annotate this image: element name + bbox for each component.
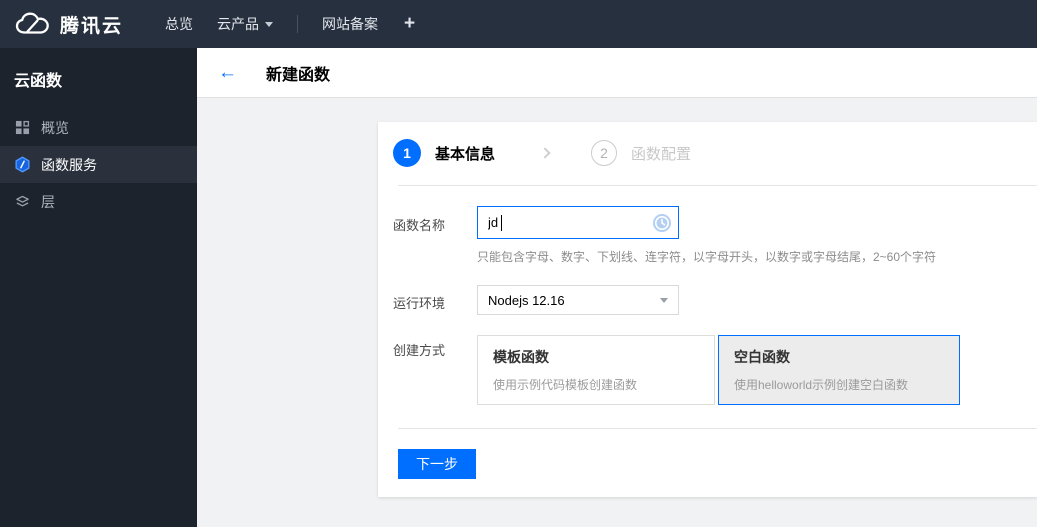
runtime-selected-value: Nodejs 12.16 <box>488 292 565 308</box>
select-caret-icon <box>660 297 668 303</box>
topnav-divider <box>297 15 299 33</box>
back-arrow-icon[interactable]: ← <box>218 63 237 82</box>
chevron-right-icon <box>539 147 551 159</box>
tencent-cloud-logo[interactable]: 腾讯云 <box>14 11 123 38</box>
runtime-row: 运行环境 Nodejs 12.16 <box>393 285 1037 315</box>
runtime-select[interactable]: Nodejs 12.16 <box>477 285 679 315</box>
blank-function-desc: 使用helloworld示例创建空白函数 <box>734 378 909 392</box>
brand-name: 腾讯云 <box>60 15 124 37</box>
layers-icon <box>14 193 31 210</box>
top-menu: 总览 云产品 网站备案 + <box>151 0 429 48</box>
scf-hexagon-icon <box>14 156 31 173</box>
function-name-helper-text: 只能包含字母、数字、下划线、连字符，以字母开头，以数字或字母结尾，2~60个字符 <box>477 250 937 264</box>
blank-function-title: 空白函数 <box>734 349 790 365</box>
text-cursor <box>501 215 502 231</box>
function-name-row: 函数名称 jd 只能包含字母、数字、下划线、连字符，以字母开头，以数字或字母结尾… <box>393 206 1037 265</box>
basic-info-form: 函数名称 jd 只能包含字母、数字、下划线、连字符，以字母开头，以数字或字母结尾… <box>378 186 1037 405</box>
sidebar-menu: 概览 函数服务 层 <box>0 109 197 220</box>
sidebar-item-label: 概览 <box>41 119 69 136</box>
runtime-label: 运行环境 <box>393 296 446 311</box>
step-2-label: 函数配置 <box>631 145 692 163</box>
sidebar-title: 云函数 <box>14 73 63 90</box>
function-name-input[interactable] <box>477 206 679 239</box>
topnav-item-cloud-products[interactable]: 云产品 <box>205 0 285 48</box>
function-name-label: 函数名称 <box>393 218 446 233</box>
sidebar-item-function-service[interactable]: 函数服务 <box>0 146 197 183</box>
step-1-label: 基本信息 <box>435 145 496 163</box>
cloud-logo-icon <box>14 11 51 37</box>
clock-history-icon[interactable] <box>652 213 672 233</box>
grid-icon <box>14 119 31 136</box>
sidebar: 云函数 概览 函数服务 层 <box>0 48 197 527</box>
step-indicator: 1 基本信息 2 函数配置 <box>378 122 1037 167</box>
page-header: ← 新建函数 <box>197 48 1037 98</box>
next-step-button[interactable]: 下一步 <box>398 449 476 479</box>
creation-method-label: 创建方式 <box>393 343 446 358</box>
template-function-title: 模板函数 <box>493 349 549 365</box>
creation-method-row: 创建方式 模板函数 使用示例代码模板创建函数 空白函数 使用helloworld… <box>393 335 1037 405</box>
page-title: 新建函数 <box>266 66 331 84</box>
sidebar-item-label: 函数服务 <box>41 156 97 173</box>
create-function-card: 1 基本信息 2 函数配置 函数名称 jd 只能包含字母、数字、下划线、连字符，… <box>378 122 1037 497</box>
section-divider <box>398 428 1037 429</box>
main-area: ← 新建函数 1 基本信息 2 函数配置 函数名称 jd 只能包含字母、数字、下… <box>197 48 1037 527</box>
topnav-item-overview[interactable]: 总览 <box>153 0 205 48</box>
sidebar-item-label: 层 <box>41 193 55 210</box>
chevron-down-icon <box>265 21 274 27</box>
top-navbar: 腾讯云 总览 云产品 网站备案 + <box>0 0 1037 48</box>
sidebar-item-layers[interactable]: 层 <box>0 183 197 220</box>
creation-options: 模板函数 使用示例代码模板创建函数 空白函数 使用helloworld示例创建空… <box>477 335 960 405</box>
add-tab-button[interactable]: + <box>390 0 429 48</box>
topnav-item-website-icp[interactable]: 网站备案 <box>310 0 390 48</box>
blank-function-card[interactable]: 空白函数 使用helloworld示例创建空白函数 <box>718 335 960 405</box>
template-function-card[interactable]: 模板函数 使用示例代码模板创建函数 <box>477 335 715 405</box>
step-1-circle: 1 <box>393 139 421 167</box>
function-name-input-wrap <box>477 206 679 239</box>
step-2-circle: 2 <box>591 140 618 166</box>
content-area: 1 基本信息 2 函数配置 函数名称 jd 只能包含字母、数字、下划线、连字符，… <box>197 98 1037 526</box>
template-function-desc: 使用示例代码模板创建函数 <box>493 378 638 392</box>
sidebar-item-overview[interactable]: 概览 <box>0 109 197 146</box>
